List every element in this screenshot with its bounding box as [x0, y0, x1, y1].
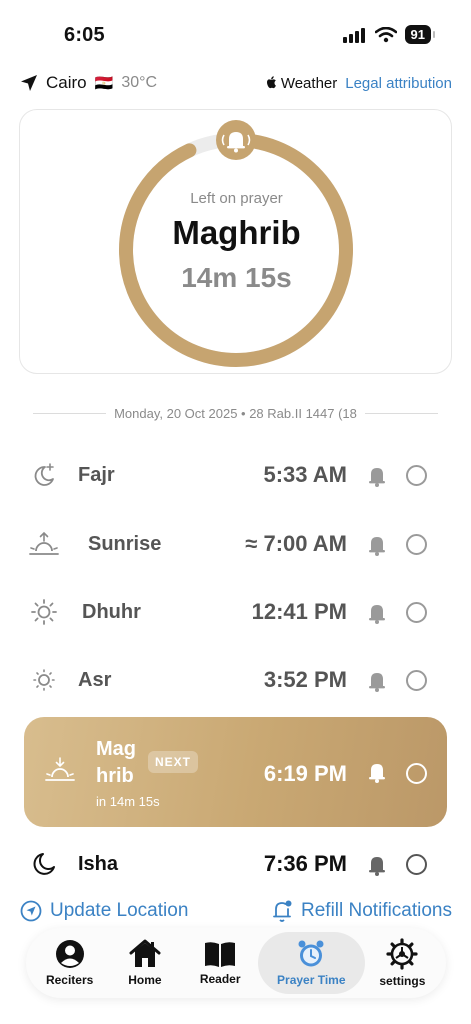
gear-icon	[386, 938, 418, 970]
refill-notifications-button[interactable]: Refill Notifications	[271, 899, 452, 923]
tab-reader[interactable]: Reader	[183, 932, 258, 994]
bell-icon[interactable]	[367, 670, 387, 692]
weather-label: Weather	[266, 75, 337, 92]
tab-reciters[interactable]: Reciters	[32, 932, 107, 994]
weather-attribution: Weather Legal attribution	[266, 75, 452, 92]
city-name: Cairo	[46, 73, 87, 92]
tab-settings[interactable]: settings	[365, 932, 440, 994]
prayer-checkbox[interactable]	[406, 854, 427, 875]
action-links: Update Location Refill Notifications	[20, 897, 452, 925]
status-icons: 91	[342, 25, 436, 44]
apple-logo-icon	[266, 75, 276, 88]
bell-badge-outline-icon	[273, 900, 292, 922]
sun-small-icon	[24, 667, 64, 693]
prayer-checkbox[interactable]	[406, 670, 427, 691]
countdown-card: Left on prayer Maghrib 14m 15s	[19, 109, 452, 374]
prayer-checkbox[interactable]	[406, 534, 427, 555]
alarm-clock-icon	[298, 940, 324, 967]
moon-icon	[24, 851, 64, 877]
person-icon	[55, 940, 84, 968]
legal-attribution-link[interactable]: Legal attribution	[345, 75, 452, 92]
next-prayer-name: Mag hrib	[96, 738, 136, 787]
status-time: 6:05	[64, 24, 105, 46]
sun-icon	[24, 598, 64, 626]
divider-right	[364, 412, 438, 414]
prayer-row-isha[interactable]: Isha 7:36 PM	[24, 836, 447, 892]
prayer-name: Sunrise	[88, 532, 162, 555]
bell-icon[interactable]	[367, 761, 387, 783]
date-text: Monday, 20 Oct 2025 • 28 Rab.II 1447 (18	[114, 405, 357, 421]
bell-icon[interactable]	[367, 465, 387, 487]
book-icon	[205, 942, 236, 967]
temperature: 30°C	[121, 74, 158, 91]
prayer-name: Asr	[78, 668, 112, 691]
sunrise-icon	[24, 531, 64, 557]
prayer-row-sunrise[interactable]: Sunrise ≈ 7:00 AM	[24, 516, 447, 572]
sunset-icon	[45, 757, 75, 781]
signal-icon	[342, 27, 365, 43]
home-icon	[129, 939, 161, 967]
tab-bar: Reciters Home Reader Prayer Time setting…	[26, 928, 446, 998]
location-circle-icon	[20, 900, 42, 922]
tab-home[interactable]: Home	[107, 932, 182, 994]
prayer-time: 12:41 PM	[251, 599, 347, 624]
next-prayer-time: 6:19 PM	[263, 761, 347, 786]
next-badge: NEXT	[148, 751, 199, 773]
moon-star-icon	[24, 462, 64, 488]
prayer-time: 5:33 AM	[263, 462, 347, 487]
prayer-name: Isha	[78, 852, 119, 875]
wifi-icon	[374, 26, 397, 42]
update-location-button[interactable]: Update Location	[20, 900, 188, 922]
prayer-name: Dhuhr	[82, 600, 141, 623]
bell-icon[interactable]	[367, 854, 387, 876]
prayer-name: Fajr	[78, 463, 115, 486]
tab-prayer-time[interactable]: Prayer Time	[257, 932, 365, 994]
status-bar: 6:05 91	[0, 0, 471, 66]
divider-left	[33, 412, 107, 414]
date-divider: Monday, 20 Oct 2025 • 28 Rab.II 1447 (18	[33, 404, 438, 422]
prayer-time: 3:52 PM	[263, 667, 347, 692]
countdown-remaining: 14m 15s	[181, 262, 292, 293]
countdown-prayer: Maghrib	[172, 214, 301, 251]
location-info[interactable]: Cairo 🇪🇬 30°C	[20, 73, 266, 93]
bell-badge-icon	[216, 120, 256, 160]
prayer-row-dhuhr[interactable]: Dhuhr 12:41 PM	[24, 584, 447, 640]
prayer-time: ≈ 7:00 AM	[245, 531, 347, 556]
location-arrow-icon	[21, 75, 37, 91]
countdown-subtitle: Left on prayer	[190, 190, 283, 207]
bell-icon[interactable]	[367, 602, 387, 624]
battery-indicator: 91	[404, 25, 436, 44]
prayer-checkbox[interactable]	[406, 763, 427, 784]
prayer-row-asr[interactable]: Asr 3:52 PM	[24, 652, 447, 708]
prayer-checkbox[interactable]	[406, 602, 427, 623]
next-prayer-card[interactable]: Mag hrib NEXT in 14m 15s 6:19 PM	[24, 717, 447, 827]
prayer-time: 7:36 PM	[263, 851, 347, 876]
bell-icon[interactable]	[367, 534, 387, 556]
location-row: Cairo 🇪🇬 30°C Weather Legal attribution	[20, 70, 452, 96]
prayer-row-fajr[interactable]: Fajr 5:33 AM	[24, 447, 447, 503]
prayer-checkbox[interactable]	[406, 465, 427, 486]
next-prayer-countdown: in 14m 15s	[96, 794, 160, 809]
country-flag: 🇪🇬	[94, 75, 114, 92]
